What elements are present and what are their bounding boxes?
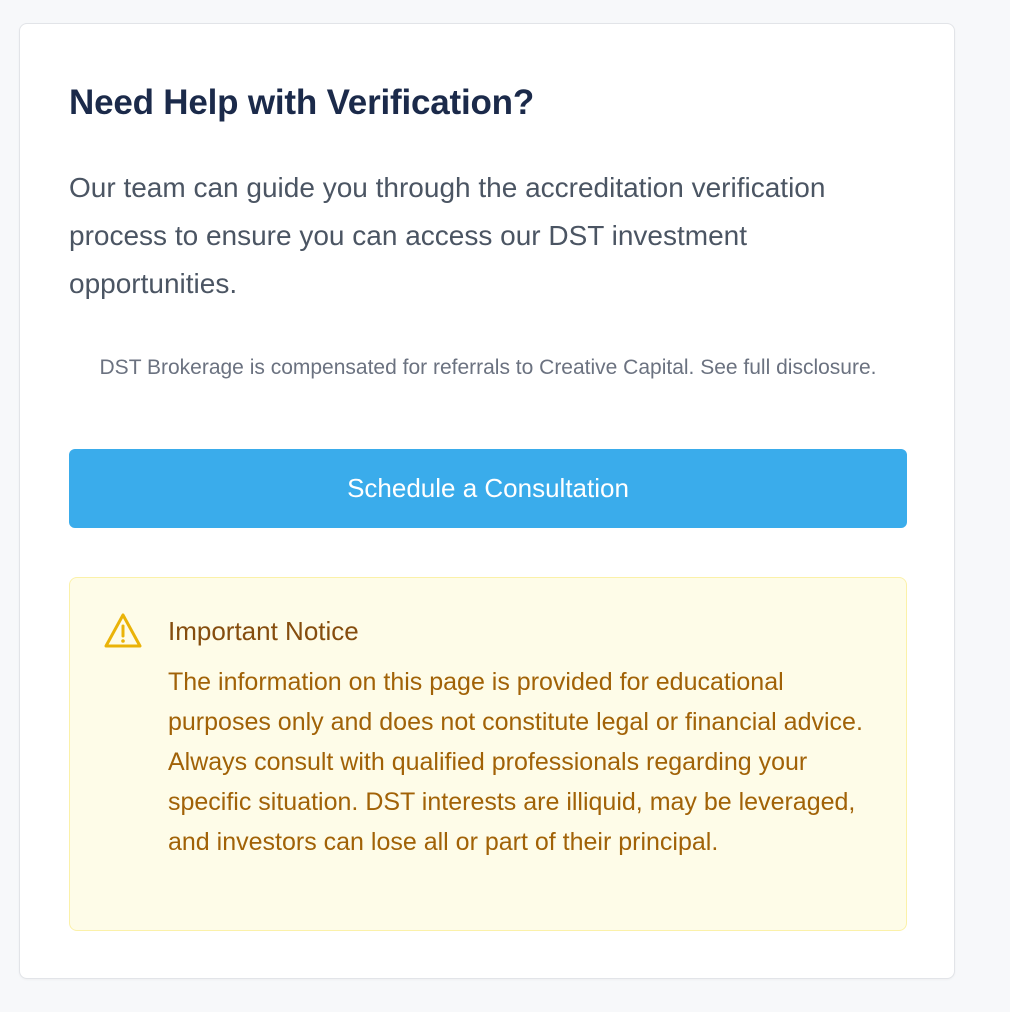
card-title: Need Help with Verification? (69, 83, 535, 122)
referral-disclosure: DST Brokerage is compensated for referra… (99, 356, 877, 379)
notice-body: The information on this page is provided… (168, 668, 863, 856)
intro-text: Our team can guide you through the accre… (69, 172, 826, 299)
warning-triangle-icon (103, 612, 143, 650)
important-notice-box: Important Notice The information on this… (69, 577, 907, 931)
notice-title: Important Notice (168, 616, 359, 646)
verification-help-card: Need Help with Verification? Our team ca… (19, 23, 955, 979)
schedule-consultation-button[interactable]: Schedule a Consultation (69, 449, 907, 528)
